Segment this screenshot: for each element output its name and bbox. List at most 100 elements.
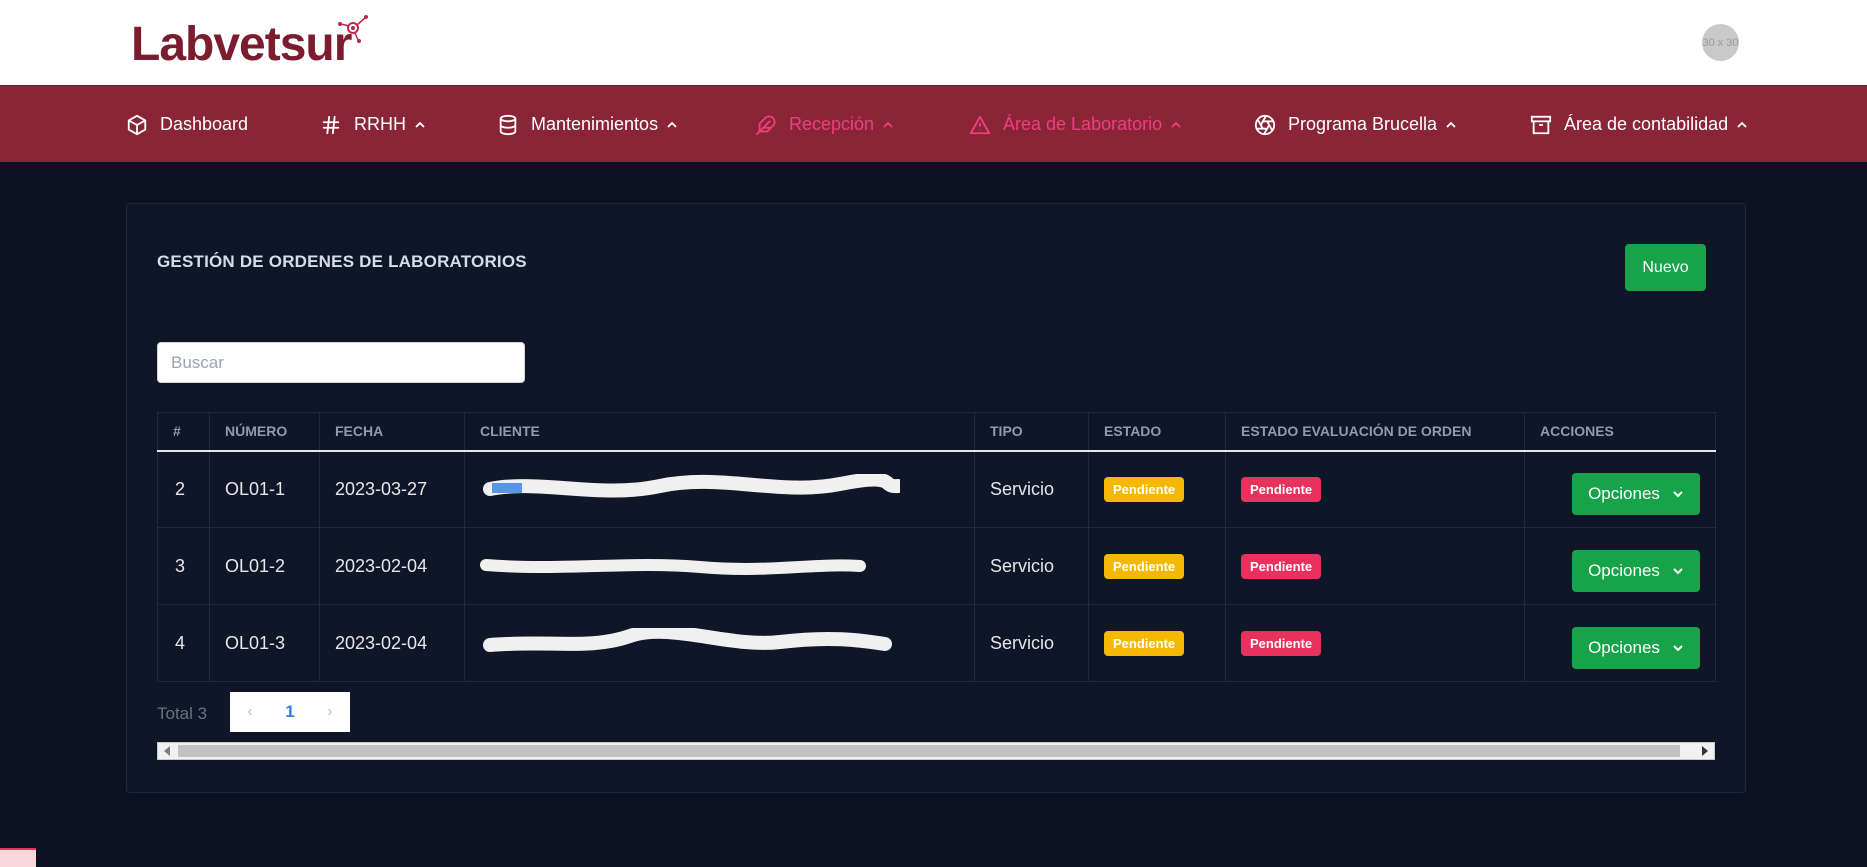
cell-cliente [464, 604, 975, 682]
status-badge: Pendiente [1104, 630, 1185, 656]
pagination: ‹ 1 › [230, 692, 350, 732]
cell-acciones: Opciones [1524, 450, 1716, 528]
table-header-row: # NÚMERO FECHA CLIENTE TIPO ESTADO ESTAD… [157, 412, 1716, 452]
cell-estado: Pendiente [1088, 450, 1226, 528]
page-title: GESTIÓN DE ORDENES DE LABORATORIOS [157, 252, 527, 271]
cell-numero: OL01-3 [209, 604, 320, 682]
evaluation-badge: Pendiente [1241, 553, 1322, 579]
evaluation-badge: Pendiente [1241, 630, 1322, 656]
cell-numero: OL01-2 [209, 527, 320, 605]
cell-fecha: 2023-02-04 [319, 604, 465, 682]
top-header: Labvetsur 30 x 30 [0, 0, 1867, 85]
status-badge: Pendiente [1104, 553, 1185, 579]
nav-item-area-contabilidad[interactable]: Área de contabilidad [1530, 86, 1748, 163]
cell-id: 2 [157, 450, 210, 528]
scrollbar-thumb[interactable] [178, 745, 1680, 757]
cell-fecha: 2023-03-27 [319, 450, 465, 528]
chevron-down-icon [1673, 645, 1683, 652]
feather-icon [755, 114, 776, 135]
chevron-up-icon [1171, 121, 1181, 128]
prev-page-button[interactable]: ‹ [230, 692, 270, 732]
column-header: CLIENTE [464, 412, 975, 452]
nav-item-label: Dashboard [160, 114, 249, 134]
column-header: TIPO [974, 412, 1089, 452]
table-row: 4 OL01-3 2023-02-04 Servicio Pendiente P… [157, 604, 1716, 682]
cube-icon [127, 114, 147, 135]
cell-id: 4 [157, 604, 210, 682]
nav-item-dashboard[interactable]: Dashboard [126, 86, 248, 163]
options-button[interactable]: Opciones [1572, 627, 1700, 669]
nav-item-label: Área de Laboratorio [1003, 114, 1163, 134]
cell-evaluacion: Pendiente [1225, 527, 1525, 605]
cell-acciones: Opciones [1524, 604, 1716, 682]
logo-text: Labvetsur [131, 17, 352, 71]
nav-item-label: Programa Brucella [1288, 114, 1438, 134]
nav-item-programa-brucella[interactable]: Programa Brucella [1254, 86, 1457, 163]
avatar[interactable]: 30 x 30 [1702, 24, 1739, 61]
cell-evaluacion: Pendiente [1225, 450, 1525, 528]
next-page-button[interactable]: › [310, 692, 350, 732]
aperture-icon [1254, 114, 1276, 135]
options-label: Opciones [1588, 638, 1660, 657]
nav-item-label: Recepción [789, 114, 875, 134]
column-header: ACCIONES [1524, 412, 1716, 452]
alert-triangle-icon [969, 115, 991, 134]
redacted-client [483, 474, 900, 498]
chevron-up-icon [1737, 121, 1747, 128]
chevron-down-icon [1673, 491, 1683, 498]
column-header: NÚMERO [209, 412, 320, 452]
status-badge: Pendiente [1104, 476, 1185, 502]
scroll-right-icon[interactable] [1702, 746, 1708, 756]
column-header: FECHA [319, 412, 465, 452]
page-number[interactable]: 1 [270, 692, 310, 732]
cell-tipo: Servicio [974, 450, 1089, 528]
redacted-client [480, 559, 866, 575]
cell-tipo: Servicio [974, 527, 1089, 605]
main-nav: Dashboard RRHH Mantenimientos Recepción … [0, 85, 1867, 162]
new-order-button[interactable]: Nuevo [1625, 244, 1706, 291]
table-row: 2 OL01-1 2023-03-27 Servicio Pendiente P… [157, 450, 1716, 528]
chevron-up-icon [1446, 121, 1456, 128]
chevron-down-icon [1673, 568, 1683, 575]
cell-numero: OL01-1 [209, 450, 320, 528]
column-header: ESTADO [1088, 412, 1226, 452]
cell-estado: Pendiente [1088, 527, 1226, 605]
chevron-up-icon [667, 121, 677, 128]
chevron-up-icon [415, 121, 425, 128]
scroll-left-icon[interactable] [164, 746, 170, 756]
nav-item-area-laboratorio[interactable]: Área de Laboratorio [969, 86, 1182, 163]
options-button[interactable]: Opciones [1572, 473, 1700, 516]
search-input[interactable] [157, 342, 525, 383]
cell-id: 3 [157, 527, 210, 605]
total-count: Total 3 [157, 704, 208, 723]
nav-item-rrhh[interactable]: RRHH [320, 86, 426, 163]
molecule-icon [338, 15, 368, 43]
nav-item-label: Mantenimientos [531, 114, 659, 134]
orders-table-wrapper: # NÚMERO FECHA CLIENTE TIPO ESTADO ESTAD… [157, 412, 1716, 682]
column-header: # [157, 412, 210, 452]
options-label: Opciones [1588, 561, 1660, 580]
column-header: ESTADO EVALUACIÓN DE ORDEN [1225, 412, 1525, 452]
orders-table: # NÚMERO FECHA CLIENTE TIPO ESTADO ESTAD… [157, 412, 1716, 682]
database-icon [499, 114, 517, 135]
nav-item-mantenimientos[interactable]: Mantenimientos [497, 86, 678, 163]
redacted-client [483, 628, 892, 652]
chevron-up-icon [883, 121, 893, 128]
cell-fecha: 2023-02-04 [319, 527, 465, 605]
orders-card: GESTIÓN DE ORDENES DE LABORATORIOS Nuevo… [126, 203, 1746, 793]
nav-item-label: RRHH [354, 114, 406, 134]
options-label: Opciones [1588, 484, 1660, 504]
cell-cliente [464, 450, 975, 528]
logo[interactable]: Labvetsur [131, 14, 368, 74]
cell-evaluacion: Pendiente [1225, 604, 1525, 682]
options-button[interactable]: Opciones [1572, 550, 1700, 592]
archive-icon [1530, 115, 1552, 134]
hash-icon [322, 115, 340, 134]
cell-estado: Pendiente [1088, 604, 1226, 682]
table-row: 3 OL01-2 2023-02-04 Servicio Pendiente P… [157, 527, 1716, 605]
nav-item-recepcion[interactable]: Recepción [755, 86, 894, 163]
horizontal-scrollbar[interactable] [157, 742, 1715, 760]
debug-toolbar-icon[interactable] [0, 848, 36, 867]
cell-cliente [464, 527, 975, 605]
nav-item-label: Área de contabilidad [1564, 114, 1729, 134]
